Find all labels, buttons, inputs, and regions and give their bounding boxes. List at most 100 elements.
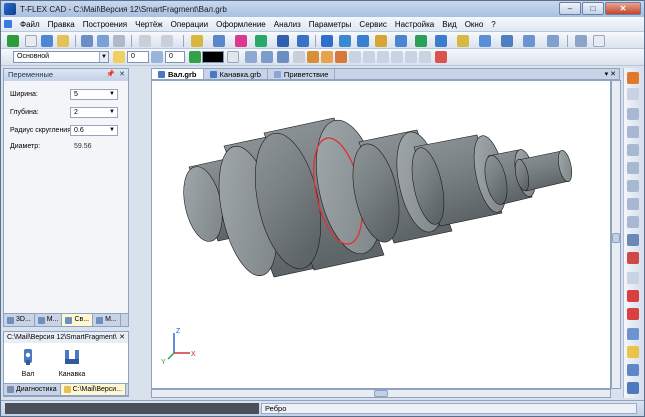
- select-icon[interactable]: [293, 51, 305, 63]
- filter-operation-icon[interactable]: [391, 51, 403, 63]
- filter-vertex-icon[interactable]: [349, 51, 361, 63]
- zoom-out-icon[interactable]: [627, 198, 639, 210]
- extrude-icon[interactable]: [321, 35, 333, 47]
- undo-icon[interactable]: [139, 35, 151, 47]
- level-icon[interactable]: [151, 51, 163, 63]
- magnet-icon[interactable]: [627, 72, 639, 84]
- filter-body-icon[interactable]: [363, 51, 375, 63]
- vertical-scrollbar[interactable]: [611, 80, 621, 389]
- redo-icon[interactable]: [161, 35, 173, 47]
- tab-3d-model[interactable]: 3D...: [4, 314, 35, 326]
- menu-help[interactable]: ?: [487, 20, 499, 29]
- color-icon[interactable]: [189, 51, 201, 63]
- axis-icon[interactable]: [277, 35, 289, 47]
- workplane-icon[interactable]: [255, 35, 267, 47]
- maximize-button[interactable]: □: [582, 2, 604, 15]
- check-icon[interactable]: [7, 35, 19, 47]
- filter-curve-icon[interactable]: [377, 51, 389, 63]
- tab-shaft-doc[interactable]: Вал.grb: [152, 69, 204, 79]
- fragment-item-groove[interactable]: Канавка: [52, 348, 92, 378]
- pan-icon[interactable]: [627, 88, 639, 100]
- tab-diagnostics[interactable]: Диагностика: [4, 384, 61, 395]
- zoom-icon[interactable]: [627, 126, 639, 138]
- open-folder-icon[interactable]: [57, 35, 69, 47]
- mirror-icon[interactable]: [479, 35, 491, 47]
- shell-icon[interactable]: [435, 35, 447, 47]
- red-check-icon[interactable]: [627, 290, 639, 302]
- loft-icon[interactable]: [357, 35, 369, 47]
- zoom-previous-icon[interactable]: [627, 216, 639, 228]
- tab-welcome[interactable]: Приветствие: [268, 69, 336, 79]
- sketch-icon[interactable]: [297, 35, 309, 47]
- tab-macros[interactable]: М...: [93, 314, 121, 326]
- filter-all-icon[interactable]: [419, 51, 431, 63]
- zoom-all-icon[interactable]: [627, 162, 639, 174]
- filter-edge-icon[interactable]: [335, 51, 347, 63]
- pin-icon[interactable]: 📌: [106, 69, 115, 81]
- 3d-viewport[interactable]: Z X Y: [151, 80, 611, 389]
- close-icon[interactable]: ✕: [119, 69, 125, 81]
- menu-drawing[interactable]: Чертёж: [131, 20, 167, 29]
- horizontal-scrollbar[interactable]: [151, 389, 611, 398]
- rotate-icon[interactable]: [339, 35, 351, 47]
- new-file-icon[interactable]: [25, 35, 37, 47]
- tab-model-menu[interactable]: М...: [35, 314, 63, 326]
- menu-settings[interactable]: Настройка: [391, 20, 438, 29]
- array-icon[interactable]: [457, 35, 469, 47]
- menu-service[interactable]: Сервис: [355, 20, 390, 29]
- tab-fragment-folder[interactable]: C:\Mail\Верси...: [60, 384, 127, 395]
- layer-icon[interactable]: [113, 51, 125, 63]
- level-field[interactable]: 0: [165, 51, 185, 63]
- print-icon[interactable]: [113, 35, 125, 47]
- tab-groove-doc[interactable]: Канавка.grb: [204, 69, 268, 79]
- zoom-in-icon[interactable]: [627, 180, 639, 192]
- minimize-button[interactable]: –: [559, 2, 581, 15]
- snap-icon[interactable]: [245, 51, 257, 63]
- menu-window[interactable]: Окно: [461, 20, 488, 29]
- hole-icon[interactable]: [523, 35, 535, 47]
- close-document-icon[interactable]: ✕: [610, 71, 616, 78]
- fragment-item-shaft[interactable]: Вал: [8, 348, 48, 378]
- filter-icon[interactable]: [307, 51, 319, 63]
- var-input-width[interactable]: 5 ▼: [70, 89, 118, 100]
- edit-check-icon[interactable]: [627, 308, 639, 320]
- chamfer-icon[interactable]: [415, 35, 427, 47]
- menu-construct[interactable]: Построения: [79, 20, 131, 29]
- boolean-icon[interactable]: [375, 35, 387, 47]
- menu-view[interactable]: Вид: [438, 20, 460, 29]
- shaft-model[interactable]: [152, 81, 610, 388]
- horizontal-scroll-thumb[interactable]: [374, 390, 388, 397]
- ortho-icon[interactable]: [277, 51, 289, 63]
- filter-clear-icon[interactable]: [435, 51, 447, 63]
- close-icon[interactable]: ✕: [119, 332, 125, 343]
- surface-icon[interactable]: [547, 35, 559, 47]
- dimension-icon[interactable]: [593, 35, 605, 47]
- save-icon[interactable]: [81, 35, 93, 47]
- rotate-view-icon[interactable]: [627, 234, 639, 246]
- filter-construct-icon[interactable]: [405, 51, 417, 63]
- cube-icon[interactable]: [213, 35, 225, 47]
- pencil-icon[interactable]: [191, 35, 203, 47]
- layer-field[interactable]: 0: [127, 51, 149, 63]
- tab-properties[interactable]: Св...: [62, 314, 94, 326]
- grid-icon[interactable]: [261, 51, 273, 63]
- menu-design[interactable]: Оформление: [212, 20, 270, 29]
- menu-parameters[interactable]: Параметры: [305, 20, 356, 29]
- section-icon[interactable]: [627, 252, 639, 264]
- point-icon[interactable]: [235, 35, 247, 47]
- display-mode-icon[interactable]: [627, 382, 639, 394]
- view-cube-icon[interactable]: [627, 328, 639, 340]
- vertical-scroll-thumb[interactable]: [612, 233, 620, 243]
- zoom-fit-icon[interactable]: [627, 144, 639, 156]
- new-3d-icon[interactable]: [41, 35, 53, 47]
- style-select[interactable]: Основной ▼: [13, 51, 109, 63]
- tab-list-icon[interactable]: ▾: [605, 71, 609, 78]
- color-swatch[interactable]: [202, 51, 224, 63]
- fillet-icon[interactable]: [395, 35, 407, 47]
- menu-operations[interactable]: Операции: [167, 20, 212, 29]
- wireframe-view-icon[interactable]: [627, 364, 639, 376]
- filter-view-icon[interactable]: [627, 272, 639, 284]
- menu-edit[interactable]: Правка: [44, 20, 79, 29]
- menu-file[interactable]: Файл: [16, 20, 44, 29]
- var-input-depth[interactable]: 2 ▼: [70, 107, 118, 118]
